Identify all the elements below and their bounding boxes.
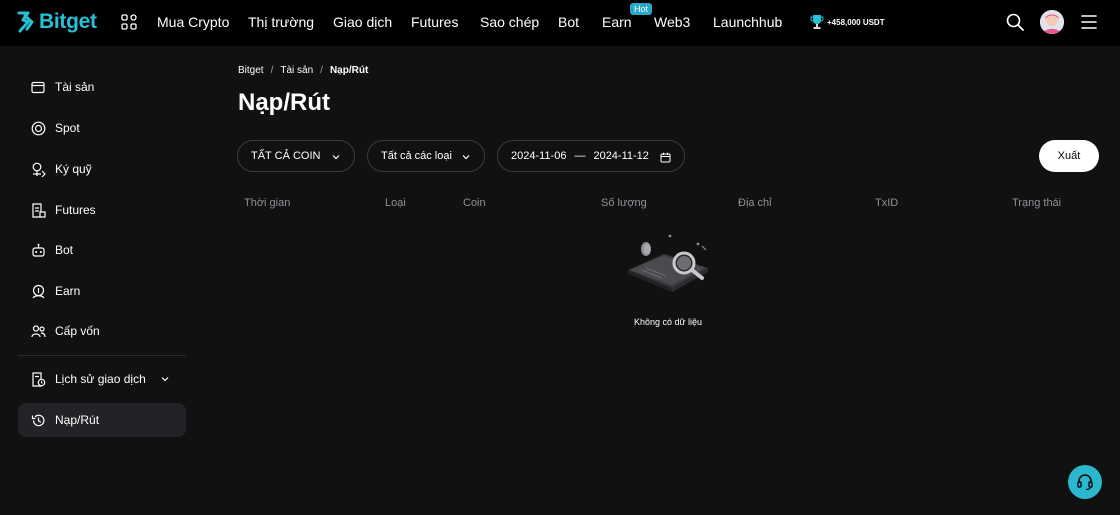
- sidebar-item-assets[interactable]: Tài sản: [18, 70, 186, 104]
- breadcrumb-home[interactable]: Bitget: [238, 65, 264, 76]
- earn-icon: [30, 283, 46, 299]
- trophy-icon: [810, 15, 824, 29]
- wallet-icon: [30, 79, 46, 95]
- sidebar-item-label: Lịch sử giao dịch: [55, 372, 146, 386]
- futures-icon: [30, 202, 46, 218]
- user-avatar[interactable]: [1040, 10, 1064, 34]
- sidebar-item-earn[interactable]: Earn: [18, 274, 186, 308]
- empty-state-illustration: [628, 234, 708, 292]
- bitget-logo-icon: [17, 11, 34, 33]
- funding-icon: [30, 323, 46, 339]
- breadcrumb: Bitget / Tài sản / Nạp/Rút: [238, 65, 368, 76]
- nav-earn[interactable]: Earn: [602, 14, 632, 30]
- spot-icon: [30, 120, 46, 136]
- avatar-image: [1040, 10, 1064, 34]
- column-header-type: Loại: [385, 197, 406, 209]
- customer-support-button[interactable]: [1068, 465, 1102, 499]
- breadcrumb-separator: /: [320, 65, 323, 76]
- top-navbar: Bitget Mua Crypto Thị trường Giao dịch F…: [0, 0, 1120, 46]
- margin-icon: [30, 161, 46, 177]
- promo-reward[interactable]: +458,000 USDT: [810, 14, 885, 30]
- nav-launchhub[interactable]: Launchhub: [713, 14, 782, 30]
- empty-state-message: Không có dữ liệu: [633, 317, 703, 327]
- column-header-amount: Số lượng: [601, 197, 647, 209]
- date-from[interactable]: 2024-11-06: [511, 150, 566, 162]
- sidebar-item-bot[interactable]: Bot: [18, 233, 186, 267]
- sidebar-item-label: Tài sản: [55, 80, 95, 94]
- headset-icon: [1077, 474, 1093, 491]
- history-clock-icon: [30, 412, 46, 428]
- sidebar-item-label: Cấp vốn: [55, 324, 100, 338]
- sidebar-divider: [18, 355, 186, 356]
- menu-icon[interactable]: [1080, 13, 1098, 31]
- nav-copy-trading[interactable]: Sao chép: [480, 14, 539, 30]
- chevron-down-icon: [462, 155, 470, 160]
- history-doc-icon: [30, 371, 46, 387]
- sidebar-item-funding[interactable]: Cấp vốn: [18, 314, 186, 348]
- coin-filter-select[interactable]: TẤT CẢ COIN: [237, 140, 355, 172]
- sidebar-item-label: Bot: [55, 243, 74, 257]
- column-header-coin: Coin: [463, 197, 486, 209]
- date-range-picker[interactable]: 2024-11-06 — 2024-11-12: [497, 140, 685, 172]
- nav-futures[interactable]: Futures: [411, 14, 458, 30]
- nav-markets[interactable]: Thị trường: [248, 14, 314, 30]
- sidebar-item-label: Futures: [55, 203, 96, 217]
- bitget-logo[interactable]: Bitget: [16, 9, 97, 35]
- type-filter-select[interactable]: Tất cả các loại: [367, 140, 485, 172]
- page-title: Nạp/Rút: [238, 89, 330, 116]
- type-filter-value: Tất cả các loại: [381, 150, 452, 162]
- search-icon[interactable]: [1005, 12, 1025, 32]
- brand-name: Bitget: [39, 10, 97, 33]
- apps-grid-icon[interactable]: [121, 14, 137, 30]
- column-header-address: Địa chỉ: [738, 197, 772, 209]
- breadcrumb-current: Nạp/Rút: [329, 65, 369, 76]
- sidebar-item-deposit-withdraw[interactable]: Nạp/Rút: [18, 403, 186, 437]
- sidebar-item-trade-history[interactable]: Lịch sử giao dịch: [18, 362, 186, 396]
- breadcrumb-assets[interactable]: Tài sản: [280, 65, 313, 76]
- breadcrumb-separator: /: [270, 65, 274, 76]
- sidebar-item-margin[interactable]: Ký quỹ: [18, 152, 186, 186]
- chevron-down-icon: [332, 155, 340, 160]
- date-range-separator: —: [574, 150, 586, 162]
- sidebar-item-label: Nạp/Rút: [55, 413, 100, 427]
- sidebar-item-spot[interactable]: Spot: [18, 111, 186, 145]
- export-button[interactable]: Xuất: [1039, 140, 1099, 172]
- column-header-time: Thời gian: [244, 197, 291, 209]
- sidebar-item-futures[interactable]: Futures: [18, 193, 186, 227]
- bot-icon: [30, 242, 46, 258]
- hot-badge: Hot: [630, 3, 653, 15]
- date-to[interactable]: 2024-11-12: [593, 150, 648, 162]
- sidebar-item-label: Spot: [55, 121, 80, 135]
- nav-bot[interactable]: Bot: [558, 14, 579, 30]
- promo-text: +458,000 USDT: [827, 17, 885, 27]
- nav-web3[interactable]: Web3: [654, 14, 690, 30]
- sidebar-item-label: Ký quỹ: [55, 162, 92, 176]
- calendar-icon: [660, 152, 671, 163]
- nav-buy-crypto[interactable]: Mua Crypto: [157, 14, 229, 30]
- column-header-txid: TxID: [875, 197, 899, 209]
- nav-trade[interactable]: Giao dịch: [333, 14, 392, 30]
- sidebar-item-label: Earn: [55, 284, 81, 298]
- chevron-down-icon: [161, 377, 169, 382]
- coin-filter-value: TẤT CẢ COIN: [251, 150, 321, 162]
- column-header-status: Trạng thái: [1012, 197, 1062, 209]
